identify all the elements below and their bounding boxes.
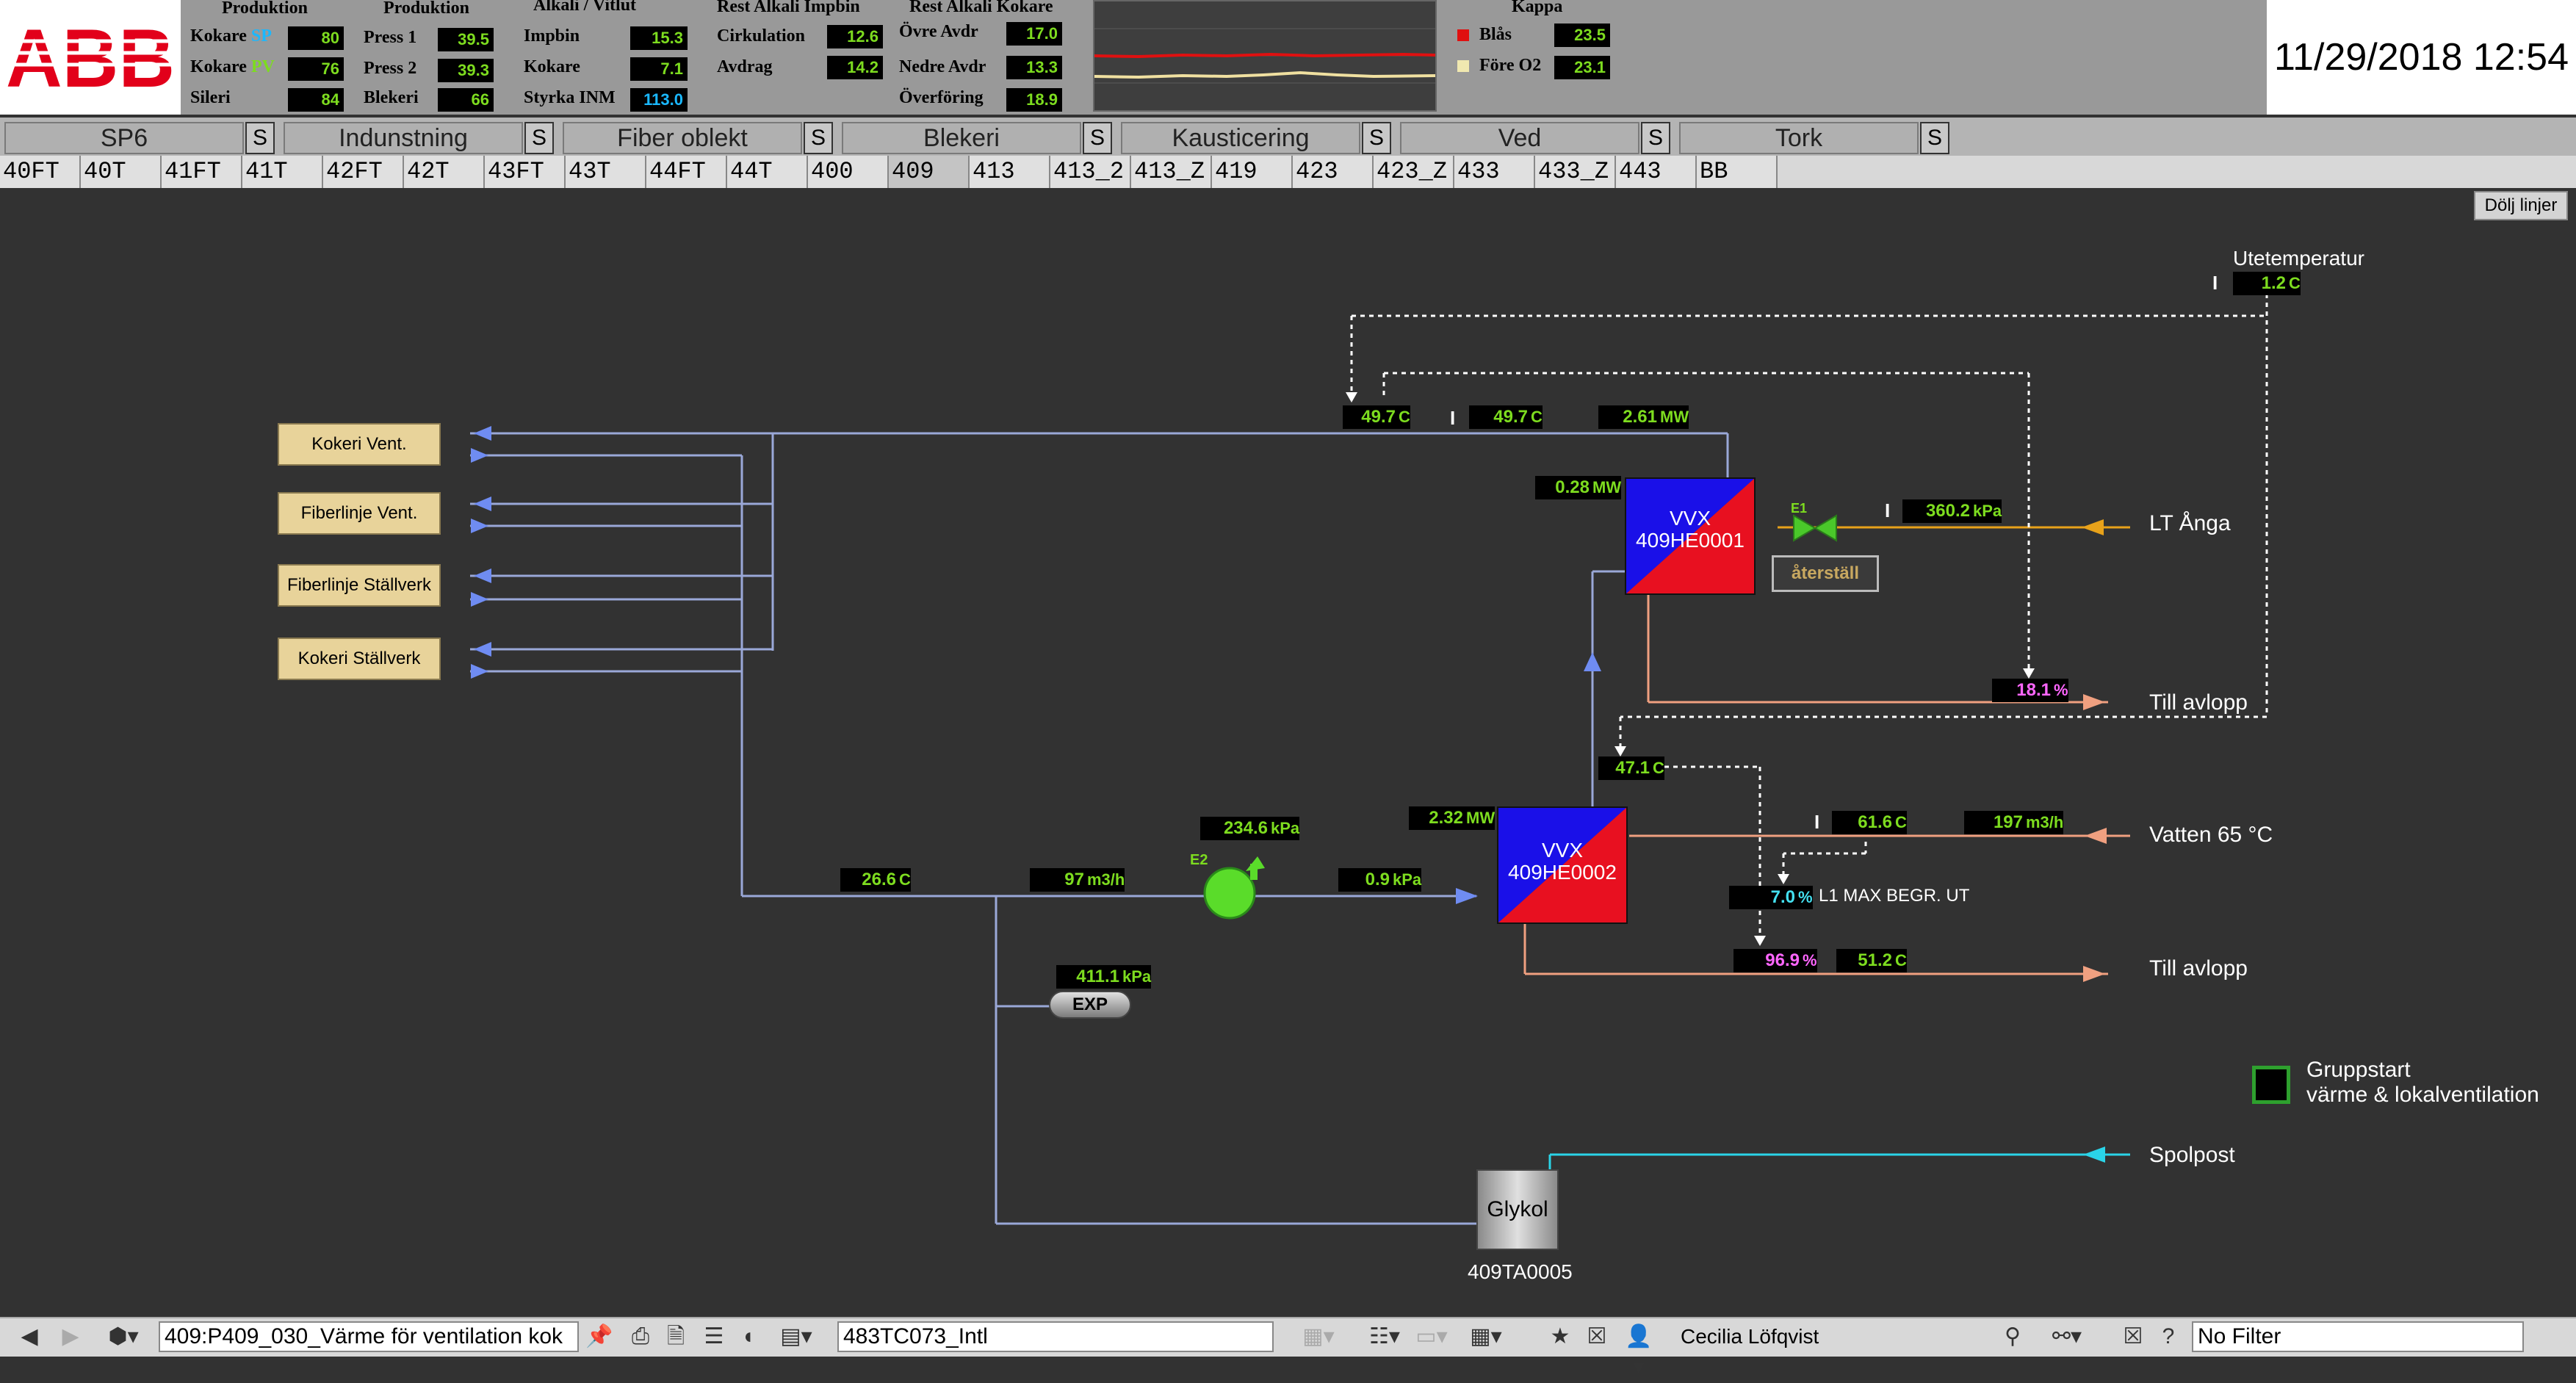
forward-icon[interactable]: ▶ — [56, 1321, 85, 1352]
fiberlinje-vent-button[interactable]: Fiberlinje Vent. — [278, 492, 441, 535]
document-icon[interactable]: 🗎 — [661, 1321, 690, 1352]
valve-e1-pressure[interactable]: 360.2 kPa — [1902, 499, 2002, 523]
top-temp1-value[interactable]: 49.7 C — [1343, 405, 1410, 429]
user-icon[interactable]: 👤▾ — [1620, 1321, 1657, 1379]
till-avlopp2-temp[interactable]: 51.2 C — [1836, 949, 1907, 972]
print-icon[interactable]: ⎙ — [626, 1321, 655, 1352]
vatten-temp-trend-icon[interactable]: I — [1814, 811, 1819, 834]
gruppstart-button[interactable] — [2252, 1066, 2290, 1104]
display-path-field[interactable]: 409:P409_030_Värme för ventilation kok — [159, 1321, 579, 1352]
l1max-value[interactable]: 7.0% — [1729, 886, 1813, 909]
kokeri-stallverk-button[interactable]: Kokeri Ställverk — [278, 638, 441, 680]
back-icon[interactable]: ◀ — [15, 1321, 44, 1352]
till-avlopp1-label: Till avlopp — [2149, 690, 2248, 715]
top-power-value[interactable]: 2.61 MW — [1598, 405, 1689, 429]
pump-e2[interactable] — [1202, 853, 1265, 921]
vatten-label: Vatten 65 °C — [2149, 823, 2273, 847]
vvx2-tag: 409HE0002 — [1508, 861, 1617, 884]
dolj-linjer-button[interactable]: Dölj linjer — [2474, 191, 2568, 220]
return-temp-value[interactable]: 26.6 C — [840, 868, 911, 892]
grid-icon[interactable]: ▦▾ — [1468, 1321, 1504, 1352]
list-icon[interactable]: ☰ — [699, 1321, 729, 1352]
filter-select[interactable]: No Filter — [2192, 1321, 2524, 1352]
valve-e1-trend-icon[interactable]: I — [1885, 499, 1890, 522]
favorite-star-icon[interactable]: ★ — [1545, 1321, 1575, 1352]
vvx1-tag: 409HE0001 — [1636, 529, 1745, 552]
vvx2-power-value[interactable]: 2.32 MW — [1409, 806, 1496, 830]
dp-value[interactable]: 0.9 kPa — [1338, 868, 1422, 892]
glykol-tag: 409TA0005 — [1468, 1260, 1573, 1283]
utetemperatur-label: Utetemperatur — [2233, 247, 2364, 270]
ute-trend-icon[interactable]: I — [2212, 272, 2224, 294]
user-name: Cecilia Löfqvist — [1681, 1325, 1819, 1348]
ute-temp-value[interactable]: 1.2 C — [2233, 272, 2301, 295]
gruppstart-label-line1: Gruppstart — [2306, 1058, 2411, 1082]
lt-anga-label: LT Ånga — [2149, 511, 2231, 535]
kokeri-vent-button[interactable]: Kokeri Vent. — [278, 423, 441, 466]
binoculars-icon[interactable]: ⚯▾ — [2045, 1321, 2089, 1352]
top-temp2-trend-icon[interactable]: I — [1450, 407, 1455, 430]
vvx1-title: VVX — [1669, 507, 1711, 530]
workplace-icon[interactable]: ⬢▾ — [101, 1321, 145, 1352]
vvx-409he0001[interactable]: VVX 409HE0001 — [1625, 477, 1756, 595]
fiberlinje-stallverk-button[interactable]: Fiberlinje Ställverk — [278, 564, 441, 607]
clear-filter-icon[interactable]: ☒ — [2118, 1321, 2148, 1352]
l1max-label: L1 MAX BEGR. UT — [1819, 886, 1970, 906]
gruppstart-label-line2: värme & lokalventilation — [2306, 1083, 2539, 1107]
filter-list-icon[interactable]: ▦▾ — [1300, 1321, 1337, 1352]
vatten-flow-value[interactable]: 197 m3/h — [1964, 811, 2064, 834]
trend-icon[interactable]: ▭▾ — [1413, 1321, 1450, 1352]
search-icon[interactable]: ⚲ — [1998, 1321, 2027, 1352]
close-box-icon[interactable]: ☒ — [1582, 1321, 1612, 1352]
spolpost-label: Spolpost — [2149, 1143, 2235, 1167]
till-avlopp2-value[interactable]: 96.9% — [1733, 949, 1817, 972]
exp-tank[interactable]: EXP — [1049, 991, 1131, 1019]
object-search-field[interactable]: 483TC073_Intl — [837, 1321, 1274, 1352]
exp-pressure[interactable]: 411.1 kPa — [1056, 965, 1152, 989]
sound-icon[interactable]: ◖ — [733, 1321, 762, 1352]
pin-icon[interactable]: 📌 — [585, 1321, 614, 1352]
help-icon[interactable]: ? — [2154, 1321, 2183, 1352]
valve-e1[interactable] — [1792, 514, 1838, 542]
top-temp2-value[interactable]: 49.7 C — [1469, 405, 1543, 429]
vatten-temp-value[interactable]: 61.6 C — [1832, 811, 1907, 834]
vvx-409he0002[interactable]: VVX 409HE0002 — [1497, 806, 1628, 924]
vvx1-power-value[interactable]: 0.28 MW — [1535, 476, 1622, 499]
pump-e2-pressure[interactable]: 234.6 kPa — [1200, 817, 1300, 840]
till-avlopp2-label: Till avlopp — [2149, 956, 2248, 981]
vvx2-title: VVX — [1541, 839, 1584, 862]
glykol-tank[interactable]: Glykol — [1476, 1169, 1559, 1250]
mid-temp-value[interactable]: 47.1 C — [1598, 757, 1664, 780]
object-icon[interactable]: ▤▾ — [774, 1321, 818, 1352]
aterstall-button[interactable]: återställ — [1772, 555, 1879, 592]
view-icon[interactable]: ☷▾ — [1366, 1321, 1403, 1352]
till-avlopp1-value[interactable]: 18.1% — [1992, 679, 2068, 702]
flow-value[interactable]: 97 m3/h — [1030, 868, 1125, 892]
